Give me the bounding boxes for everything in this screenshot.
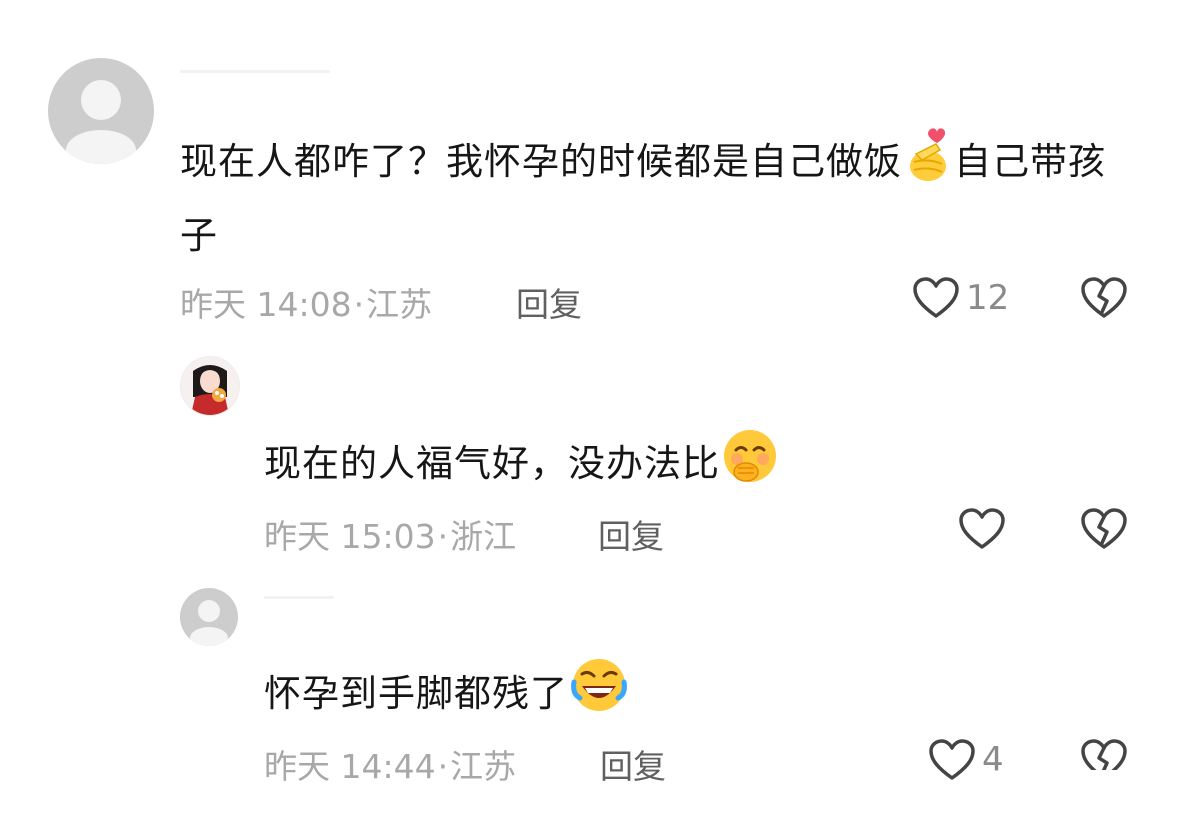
timestamp: 昨天 15:03	[264, 517, 436, 556]
rolling-laughing-face-emoji-icon	[570, 656, 628, 735]
timestamp: 昨天 14:08	[180, 285, 352, 324]
location: 江苏	[366, 285, 433, 324]
comment-text: 现在人都咋了？我怀孕的时候都是自己做饭 自己带孩子	[180, 124, 1140, 269]
heart-icon	[959, 508, 1005, 549]
location: 江苏	[450, 747, 517, 786]
username[interactable]	[180, 70, 330, 73]
scroll-fade-overlay	[960, 770, 1178, 815]
dislike-button[interactable]	[1080, 507, 1128, 555]
finger-heart-emoji-icon	[906, 124, 950, 203]
comment-meta: 昨天 15:03·浙江	[264, 510, 516, 558]
comment-meta: 昨天 14:44·江苏	[264, 740, 516, 788]
dislike-button[interactable]	[1080, 276, 1128, 324]
meta-separator: ·	[437, 747, 449, 786]
like-button[interactable]: 12	[912, 276, 1009, 320]
comment-text: 现在的人福气好，没办法比	[264, 428, 1124, 505]
username[interactable]	[264, 596, 334, 599]
timestamp: 昨天 14:44	[264, 747, 436, 786]
avatar[interactable]	[48, 58, 154, 164]
reply-button[interactable]: 回复	[516, 278, 582, 326]
reply-button[interactable]: 回复	[600, 740, 666, 788]
shy-smiling-face-emoji-icon	[722, 428, 778, 505]
like-count: 12	[966, 278, 1010, 318]
meta-separator: ·	[437, 517, 449, 556]
reply-button[interactable]: 回复	[598, 510, 664, 558]
location: 浙江	[450, 517, 517, 556]
broken-heart-icon	[1081, 508, 1127, 549]
comment-thread: 现在人都咋了？我怀孕的时候都是自己做饭 自己带孩子 昨天 14:08·江苏 回复…	[0, 0, 1178, 815]
heart-icon	[913, 277, 959, 318]
broken-heart-icon	[1081, 277, 1127, 318]
comment-meta: 昨天 14:08·江苏	[180, 278, 432, 326]
avatar[interactable]	[180, 588, 238, 646]
comment-text: 怀孕到手脚都残了	[264, 656, 1124, 735]
avatar[interactable]	[180, 356, 240, 416]
meta-separator: ·	[353, 285, 365, 324]
like-button[interactable]	[958, 507, 1012, 551]
